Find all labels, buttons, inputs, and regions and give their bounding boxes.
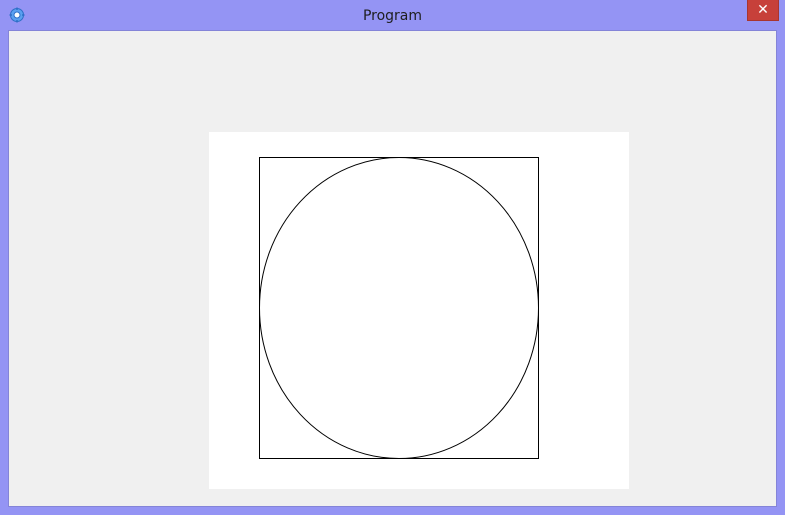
square-shape [259,157,539,459]
circle-shape [259,157,539,459]
drawing-canvas[interactable] [209,132,629,489]
window-title: Program [362,8,423,24]
program-window: Program ✕ [0,0,785,515]
title-bar[interactable]: Program ✕ [0,0,785,30]
client-area [8,30,777,507]
close-button[interactable]: ✕ [747,0,779,21]
